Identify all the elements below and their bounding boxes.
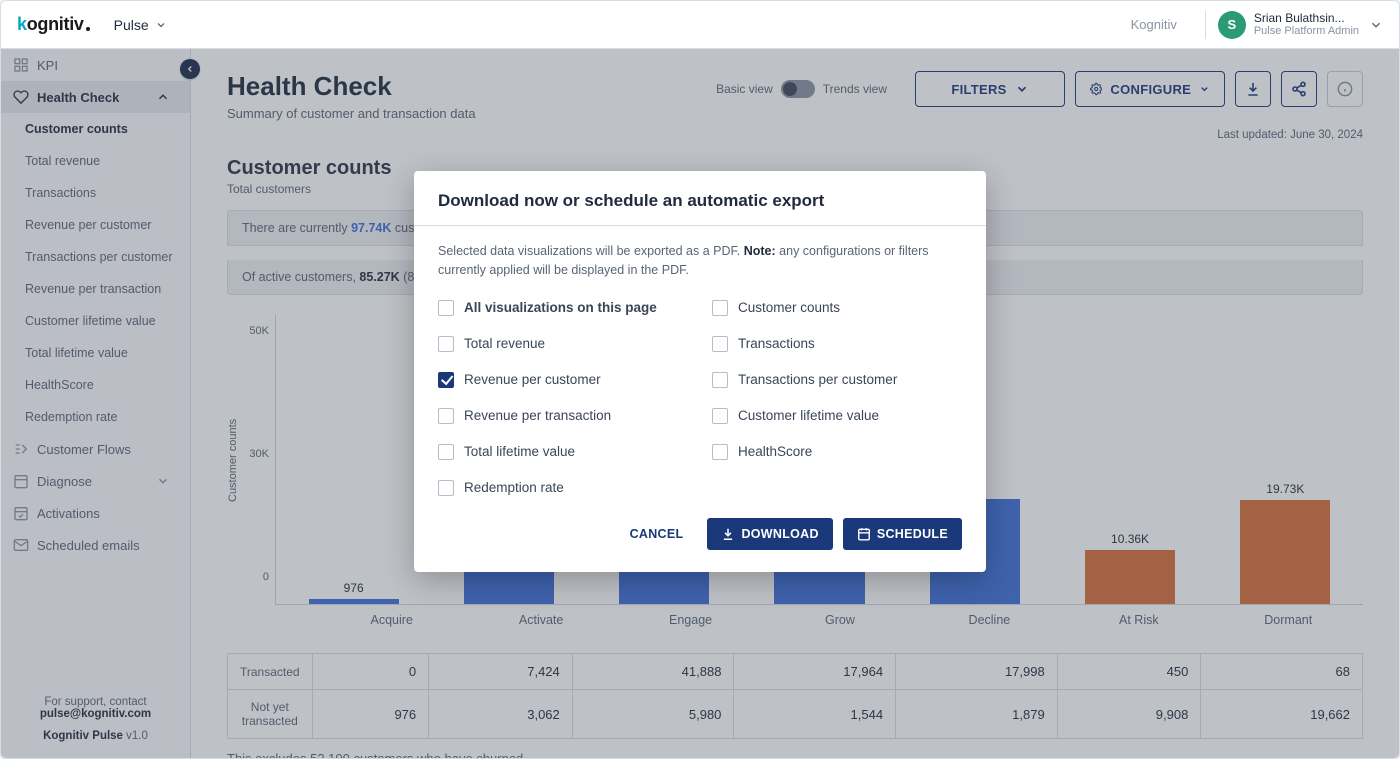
schedule-button[interactable]: SCHEDULE [843, 518, 962, 550]
checkbox-icon [712, 408, 728, 424]
tenant-name: Kognitiv [1131, 17, 1177, 32]
cancel-button[interactable]: CANCEL [616, 518, 698, 550]
brand-logo: kognitiv [17, 14, 90, 35]
checkbox-label: Customer counts [738, 300, 840, 315]
user-role: Pulse Platform Admin [1254, 25, 1359, 37]
export-option-checkbox[interactable]: Redemption rate [438, 480, 688, 496]
checkbox-label: All visualizations on this page [464, 300, 657, 315]
checkbox-label: Transactions [738, 336, 815, 351]
download-icon [721, 527, 735, 541]
checkbox-icon [438, 444, 454, 460]
checkbox-icon [438, 372, 454, 388]
checkbox-label: Transactions per customer [738, 372, 897, 387]
chevron-down-icon [155, 19, 167, 31]
export-option-checkbox[interactable]: Customer lifetime value [712, 408, 962, 424]
checkbox-label: Redemption rate [464, 480, 564, 495]
checkbox-icon [712, 444, 728, 460]
export-option-checkbox[interactable]: HealthScore [712, 444, 962, 460]
export-option-checkbox[interactable]: Revenue per transaction [438, 408, 688, 424]
checkbox-icon [438, 408, 454, 424]
modal-title: Download now or schedule an automatic ex… [414, 171, 986, 226]
product-switcher[interactable]: Pulse [114, 17, 167, 33]
download-now-button[interactable]: DOWNLOAD [707, 518, 832, 550]
top-bar: kognitiv Pulse Kognitiv S Srian Bulathsi… [1, 1, 1399, 49]
export-option-checkbox[interactable]: Revenue per customer [438, 372, 688, 388]
checkbox-label: Revenue per transaction [464, 408, 611, 423]
checkbox-label: Customer lifetime value [738, 408, 879, 423]
checkbox-label: HealthScore [738, 444, 812, 459]
checkbox-icon [438, 300, 454, 316]
export-option-checkbox[interactable]: All visualizations on this page [438, 300, 688, 316]
export-option-checkbox[interactable]: Transactions [712, 336, 962, 352]
divider [1205, 11, 1206, 39]
checkbox-label: Total revenue [464, 336, 545, 351]
modal-note: Selected data visualizations will be exp… [438, 242, 962, 280]
calendar-icon [857, 527, 871, 541]
user-name: Srian Bulathsin... [1254, 12, 1359, 25]
checkbox-icon [712, 372, 728, 388]
checkbox-icon [438, 336, 454, 352]
chevron-down-icon [1369, 18, 1383, 32]
checkbox-label: Revenue per customer [464, 372, 601, 387]
export-modal: Download now or schedule an automatic ex… [414, 171, 986, 572]
export-option-checkbox[interactable]: Customer counts [712, 300, 962, 316]
export-option-checkbox[interactable]: Total lifetime value [438, 444, 688, 460]
export-option-checkbox[interactable]: Total revenue [438, 336, 688, 352]
checkbox-icon [712, 336, 728, 352]
export-option-checkbox[interactable]: Transactions per customer [712, 372, 962, 388]
checkbox-icon [438, 480, 454, 496]
avatar: S [1218, 11, 1246, 39]
checkbox-label: Total lifetime value [464, 444, 575, 459]
checkbox-icon [712, 300, 728, 316]
user-menu[interactable]: S Srian Bulathsin... Pulse Platform Admi… [1218, 11, 1383, 39]
